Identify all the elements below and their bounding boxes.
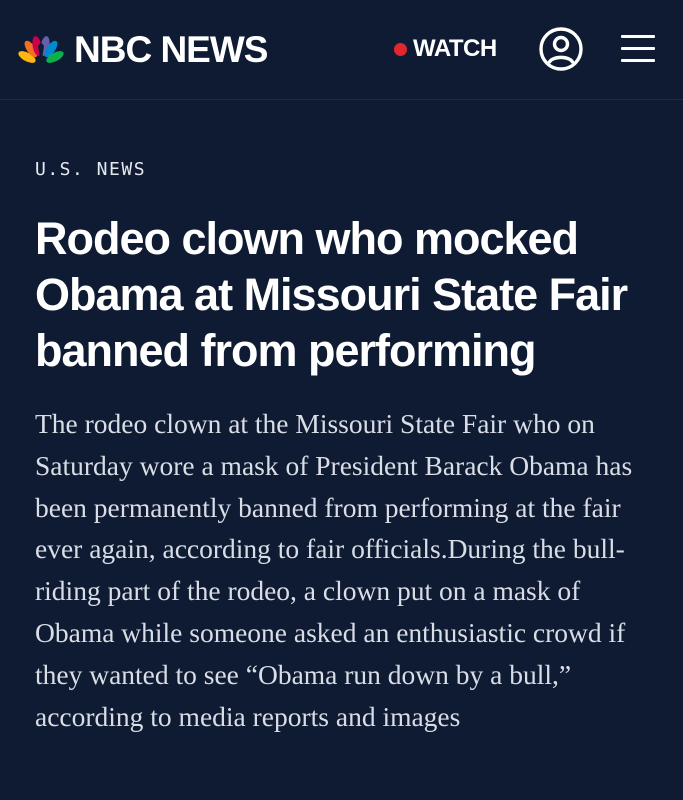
watch-label: WATCH — [413, 35, 497, 62]
user-icon[interactable] — [538, 26, 584, 72]
menu-line — [621, 47, 655, 50]
menu-line — [621, 35, 655, 38]
site-header: NBC NEWS WATCH — [0, 0, 683, 100]
watch-live-button[interactable]: WATCH — [394, 34, 497, 64]
nbc-news-logo[interactable]: NBC NEWS — [18, 29, 268, 70]
menu-line — [621, 59, 655, 62]
live-dot-icon — [394, 42, 407, 56]
hamburger-menu-icon[interactable] — [621, 33, 655, 63]
article-body: The rodeo clown at the Missouri State Fa… — [35, 408, 633, 732]
article-headline: Rodeo clown who mocked Obama at Missouri… — [35, 213, 628, 376]
nbc-peacock-icon — [18, 36, 64, 66]
brand-name: NBC NEWS — [74, 29, 268, 70]
section-label[interactable]: U.S. NEWS — [35, 159, 655, 181]
article: U.S. NEWS Rodeo clown who mocked Obama a… — [35, 100, 655, 737]
